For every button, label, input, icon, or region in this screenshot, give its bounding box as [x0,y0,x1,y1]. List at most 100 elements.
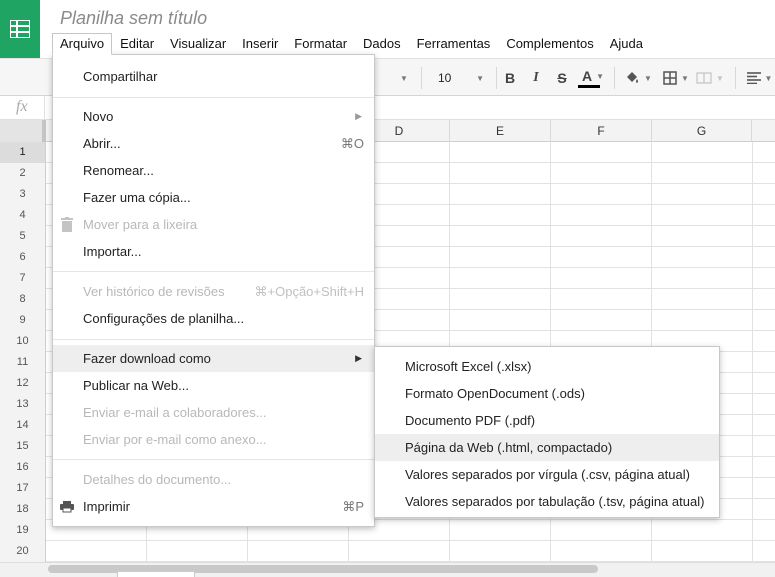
merge-cells-button[interactable]: ▼ [694,59,726,97]
trash-icon [61,217,73,232]
menu-visualizar[interactable]: Visualizar [162,33,234,55]
menu-item-rename[interactable]: Renomear... [53,157,374,184]
download-csv[interactable]: Valores separados por vírgula (.csv, pág… [375,461,719,488]
row-header[interactable]: 4 [0,205,46,226]
table-row: 20 [0,541,775,562]
row-header[interactable]: 6 [0,247,46,268]
menu-inserir[interactable]: Inserir [234,33,286,55]
menu-item-share[interactable]: Compartilhar [53,63,374,90]
menu-item-email-collaborators[interactable]: Enviar e-mail a colaboradores... [53,399,374,426]
menu-arquivo[interactable]: Arquivo [52,33,113,55]
menu-item-print[interactable]: Imprimir ⌘P [53,493,374,520]
menu-divider [53,339,374,340]
menu-item-email-as-attachment[interactable]: Enviar por e-mail como anexo... [53,426,374,453]
row-header[interactable]: 20 [0,541,46,562]
menu-divider [53,459,374,460]
column-header-g[interactable]: G [652,120,752,142]
row-header[interactable]: 1 [0,142,46,163]
menu-item-label: Detalhes do documento... [83,472,232,487]
menu-item-publish-to-web[interactable]: Publicar na Web... [53,372,374,399]
download-xlsx[interactable]: Microsoft Excel (.xlsx) [375,353,719,380]
chevron-down-icon: ▼ [476,73,484,83]
row-header[interactable]: 15 [0,436,46,457]
menu-item-new[interactable]: Novo ▶ [53,103,374,130]
menu-item-label: Enviar por e-mail como anexo... [83,432,267,447]
row-header[interactable]: 10 [0,331,46,352]
menu-complementos[interactable]: Complementos [498,33,601,55]
row-header[interactable]: 19 [0,520,46,541]
row-header[interactable]: 18 [0,499,46,520]
download-html[interactable]: Página da Web (.html, compactado) [375,434,719,461]
menu-item-document-details[interactable]: Detalhes do documento... [53,466,374,493]
row-header[interactable]: 9 [0,310,46,331]
column-header-e[interactable]: E [450,120,551,142]
download-pdf[interactable]: Documento PDF (.pdf) [375,407,719,434]
row-header[interactable]: 2 [0,163,46,184]
shortcut-label: ⌘O [340,136,364,151]
menu-dados[interactable]: Dados [355,33,409,55]
submenu-arrow-icon: ▶ [355,111,362,121]
font-size-select[interactable]: 10 ▼ [430,59,492,97]
menu-editar[interactable]: Editar [112,33,162,55]
menu-item-label: Fazer download como [83,351,211,366]
text-color-button[interactable]: A ▼ [576,59,610,97]
row-header[interactable]: 13 [0,394,46,415]
download-ods[interactable]: Formato OpenDocument (.ods) [375,380,719,407]
bold-button[interactable]: B [500,59,520,97]
download-submenu: Microsoft Excel (.xlsx) Formato OpenDocu… [374,346,720,518]
submenu-arrow-icon: ▶ [355,353,362,363]
row-header[interactable]: 12 [0,373,46,394]
row-header[interactable]: 17 [0,478,46,499]
menu-item-label: Renomear... [83,163,154,178]
menu-item-import[interactable]: Importar... [53,238,374,265]
toolbar-divider [496,67,497,89]
menu-item-revision-history[interactable]: Ver histórico de revisões ⌘+Opção+Shift+… [53,278,374,305]
select-all-corner[interactable] [0,120,46,142]
row-header[interactable]: 7 [0,268,46,289]
chevron-down-icon: ▼ [716,73,724,83]
menu-divider [53,271,374,272]
row-header[interactable]: 14 [0,415,46,436]
text-color-swatch [578,85,600,88]
merge-icon [696,72,712,84]
row-header[interactable]: 16 [0,457,46,478]
sheets-logo-icon[interactable] [0,0,40,58]
menu-formatar[interactable]: Formatar [286,33,355,55]
align-button[interactable]: ▼ [744,59,775,97]
menu-item-label: Importar... [83,244,142,259]
toolbar-divider [614,67,615,89]
menu-item-spreadsheet-settings[interactable]: Configurações de planilha... [53,305,374,332]
fill-color-button[interactable]: ▼ [622,59,654,97]
menu-item-download-as[interactable]: Fazer download como ▶ [53,345,374,372]
font-size-value: 10 [438,71,452,85]
download-tsv[interactable]: Valores separados por tabulação (.tsv, p… [375,488,719,515]
borders-icon [663,71,677,85]
grid-line [752,142,753,562]
formula-divider [44,96,45,120]
row-header[interactable]: 3 [0,184,46,205]
row-header[interactable]: 8 [0,289,46,310]
print-icon [60,501,74,513]
strikethrough-button[interactable]: S [552,59,572,97]
borders-button[interactable]: ▼ [660,59,692,97]
menu-ajuda[interactable]: Ajuda [602,33,651,55]
italic-button[interactable]: I [526,59,546,97]
menu-item-open[interactable]: Abrir... ⌘O [53,130,374,157]
menu-ferramentas[interactable]: Ferramentas [409,33,499,55]
sheet-tab[interactable] [117,571,195,577]
toolbar-divider [735,67,736,89]
row-header[interactable]: 5 [0,226,46,247]
document-title[interactable]: Planilha sem título [60,8,207,29]
menu-item-move-to-trash[interactable]: Mover para a lixeira [53,211,374,238]
menu-divider [53,97,374,98]
menu-item-label: Novo [83,109,114,124]
fx-icon: fx [16,98,28,115]
font-dropdown-caret[interactable]: ▼ [392,59,412,97]
chevron-down-icon: ▼ [644,73,652,83]
chevron-down-icon: ▼ [681,73,689,83]
menu-item-make-copy[interactable]: Fazer uma cópia... [53,184,374,211]
column-header-f[interactable]: F [551,120,652,142]
menu-item-label: Imprimir [83,499,130,514]
menu-item-label: Abrir... [83,136,121,151]
row-header[interactable]: 11 [0,352,46,373]
